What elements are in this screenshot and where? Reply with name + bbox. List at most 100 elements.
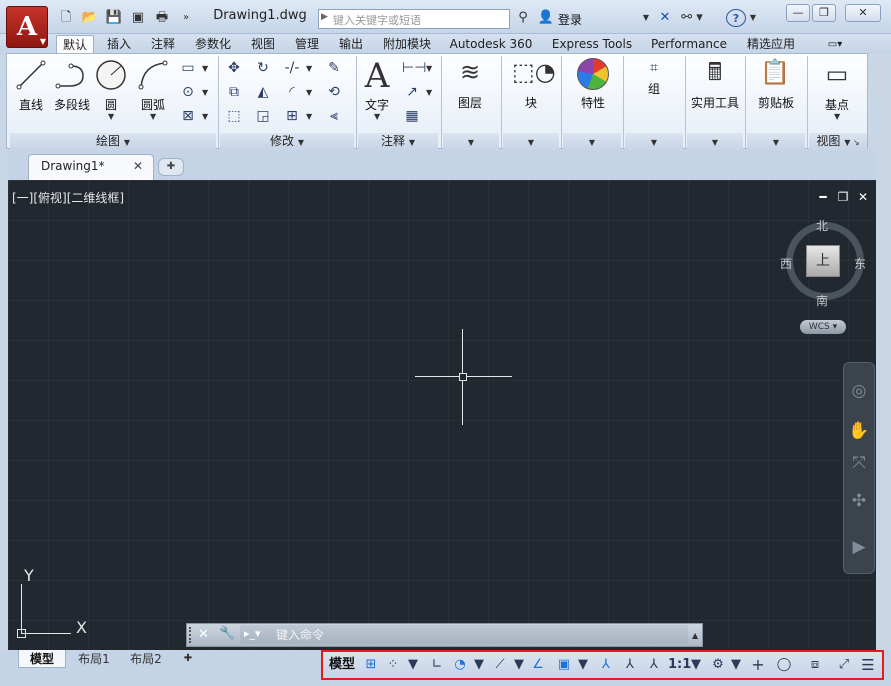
trim-dropdown-icon[interactable]: ▼ xyxy=(306,64,312,73)
array-dropdown-icon[interactable]: ▼ xyxy=(306,112,312,121)
properties-color-wheel-icon[interactable] xyxy=(577,58,609,90)
new-layout-icon[interactable]: ✚ xyxy=(176,650,200,668)
mirror-icon[interactable]: ◭ xyxy=(253,82,273,102)
clipboard-panel-expand[interactable]: ▼ xyxy=(747,133,805,149)
base-view-icon[interactable]: ▭ xyxy=(822,60,852,88)
steering-wheel-icon[interactable]: ◎ xyxy=(848,380,870,402)
orbit-icon[interactable]: ✣ xyxy=(848,490,870,512)
layout-tab-layout1[interactable]: 布局1 xyxy=(70,650,118,668)
wcs-menu-button[interactable]: WCS ▾ xyxy=(800,320,846,334)
object-snap-icon[interactable]: ▣ xyxy=(554,656,574,674)
utilities-panel-expand[interactable]: ▼ xyxy=(687,133,743,149)
annotation-scale-value[interactable]: 1:1 xyxy=(668,656,691,674)
annotate-panel-title[interactable]: 注释 ▼ xyxy=(358,133,438,149)
tab-performance[interactable]: Performance xyxy=(646,35,732,54)
object-snap-tracking-icon[interactable]: ∠ xyxy=(528,656,548,674)
ortho-mode-icon[interactable]: ∟ xyxy=(428,656,446,674)
isodraft-icon[interactable]: ⟋ xyxy=(490,656,510,674)
command-customize-wrench-icon[interactable]: 🔧 xyxy=(219,626,235,641)
command-line-grip-handle[interactable] xyxy=(189,627,195,643)
block-label[interactable]: 块 xyxy=(512,94,550,111)
hatch-dropdown-icon[interactable]: ▼ xyxy=(202,88,208,97)
help-dropdown-icon[interactable]: ▼ xyxy=(748,9,758,27)
leader-dropdown-icon[interactable]: ▼ xyxy=(426,88,432,97)
tab-default[interactable]: 默认 xyxy=(56,35,94,54)
scale-icon[interactable]: ◲ xyxy=(253,106,273,126)
pan-hand-icon[interactable]: ✋ xyxy=(848,420,870,442)
tab-parametric[interactable]: 参数化 xyxy=(188,35,238,54)
isodraft-dropdown-icon[interactable]: ▼ xyxy=(512,656,526,674)
rotate-icon[interactable]: ↻ xyxy=(253,58,273,78)
snap-dropdown-icon[interactable]: ▼ xyxy=(406,656,420,674)
compass-north[interactable]: 北 xyxy=(816,217,828,234)
circle-dropdown-icon[interactable]: ▼ xyxy=(108,112,114,121)
login-dropdown-icon[interactable]: ▼ xyxy=(640,9,652,27)
clipboard-label[interactable]: 剪贴板 xyxy=(750,94,802,111)
layers-label[interactable]: 图层 xyxy=(450,94,490,111)
move-icon[interactable]: ✥ xyxy=(224,58,244,78)
document-tab-drawing1[interactable]: Drawing1* ✕ xyxy=(28,154,154,180)
grid-display-icon[interactable]: ⊞ xyxy=(362,656,380,674)
text-dropdown-icon[interactable]: ▼ xyxy=(374,112,380,121)
tab-autodesk-360[interactable]: Autodesk 360 xyxy=(444,35,538,54)
dimension-dropdown-icon[interactable]: ▼ xyxy=(426,64,432,73)
clean-screen-icon[interactable]: ⤢ xyxy=(834,656,854,674)
minimize-button[interactable]: — xyxy=(786,4,810,22)
arc-icon[interactable] xyxy=(136,60,170,96)
boundary-icon[interactable]: ⊠ xyxy=(178,106,198,126)
clipboard-icon[interactable]: 📋 xyxy=(760,58,790,86)
layers-panel-expand[interactable]: ▼ xyxy=(443,133,499,149)
fillet-icon[interactable]: ◜ xyxy=(282,82,302,102)
hatch-icon[interactable]: ⊙ xyxy=(178,82,198,102)
model-space-button[interactable]: 模型 xyxy=(326,656,358,674)
workspace-gear-icon[interactable]: ⚙ xyxy=(708,656,728,674)
properties-panel-expand[interactable]: ▼ xyxy=(563,133,621,149)
compass-east[interactable]: 东 xyxy=(854,255,866,272)
view-panel-title[interactable]: 视图 ▼ ↘ xyxy=(809,133,867,149)
tab-view[interactable]: 视图 xyxy=(244,35,282,54)
properties-label[interactable]: 特性 xyxy=(572,94,614,111)
command-history-prompt-icon[interactable]: ▸_▾ xyxy=(244,627,270,640)
snap-mode-icon[interactable]: ⁘ xyxy=(384,656,402,674)
zoom-extents-icon[interactable]: ⤧ xyxy=(848,452,870,474)
close-tab-icon[interactable]: ✕ xyxy=(133,159,143,173)
line-icon[interactable] xyxy=(14,60,48,96)
tab-featured-apps[interactable]: 精选应用 xyxy=(740,35,802,54)
print-icon[interactable]: 🖶 xyxy=(152,9,172,27)
ribbon-minimize-icon[interactable]: ▭▾ xyxy=(820,35,850,54)
hardware-acceleration-icon[interactable]: ◯ xyxy=(774,656,794,674)
fillet-dropdown-icon[interactable]: ▼ xyxy=(306,88,312,97)
quick-access-more-icon[interactable]: » xyxy=(176,9,196,27)
boundary-dropdown-icon[interactable]: ▼ xyxy=(202,112,208,121)
polar-tracking-icon[interactable]: ◔ xyxy=(450,656,470,674)
modify-panel-title[interactable]: 修改 ▼ xyxy=(220,133,354,149)
help-button[interactable]: ? xyxy=(726,9,746,27)
tab-insert[interactable]: 插入 xyxy=(100,35,138,54)
explode-icon[interactable]: ⟲ xyxy=(324,82,344,102)
polyline-tool-label[interactable]: 多段线 xyxy=(50,96,94,113)
binoculars-search-icon[interactable]: ⚲ xyxy=(512,9,534,27)
offset-icon[interactable]: ⫷ xyxy=(324,106,344,126)
group-label[interactable]: 组 xyxy=(640,80,668,97)
isolate-objects-icon[interactable]: ⧈ xyxy=(804,656,826,674)
layout-tab-layout2[interactable]: 布局2 xyxy=(122,650,170,668)
layers-icon[interactable]: ≋ xyxy=(452,58,488,86)
annotation-scale-dropdown-icon[interactable]: ▼ xyxy=(690,656,702,674)
text-icon[interactable]: A xyxy=(362,56,392,96)
stretch-icon[interactable]: ⬚ xyxy=(224,106,244,126)
auto-scale-icon[interactable]: ⅄ xyxy=(620,656,640,674)
annotation-scale-icon[interactable]: ⅄ xyxy=(644,656,664,674)
polar-dropdown-icon[interactable]: ▼ xyxy=(472,656,486,674)
open-file-icon[interactable]: 📂 xyxy=(80,9,100,27)
application-menu-button[interactable]: A ▼ xyxy=(6,6,48,48)
compass-south[interactable]: 南 xyxy=(816,292,828,309)
tab-addins[interactable]: 附加模块 xyxy=(376,35,438,54)
search-input[interactable]: ▶ 键入关键字或短语 xyxy=(318,9,510,29)
drawing-canvas[interactable] xyxy=(8,180,876,650)
rectangle-icon[interactable]: ▭ xyxy=(178,58,198,78)
copy-icon[interactable]: ⧉ xyxy=(224,82,244,102)
tab-annotate[interactable]: 注释 xyxy=(144,35,182,54)
polyline-icon[interactable] xyxy=(54,60,90,96)
calculator-icon[interactable]: 🖩 xyxy=(700,58,730,86)
restore-button[interactable]: ❐ xyxy=(812,4,836,22)
